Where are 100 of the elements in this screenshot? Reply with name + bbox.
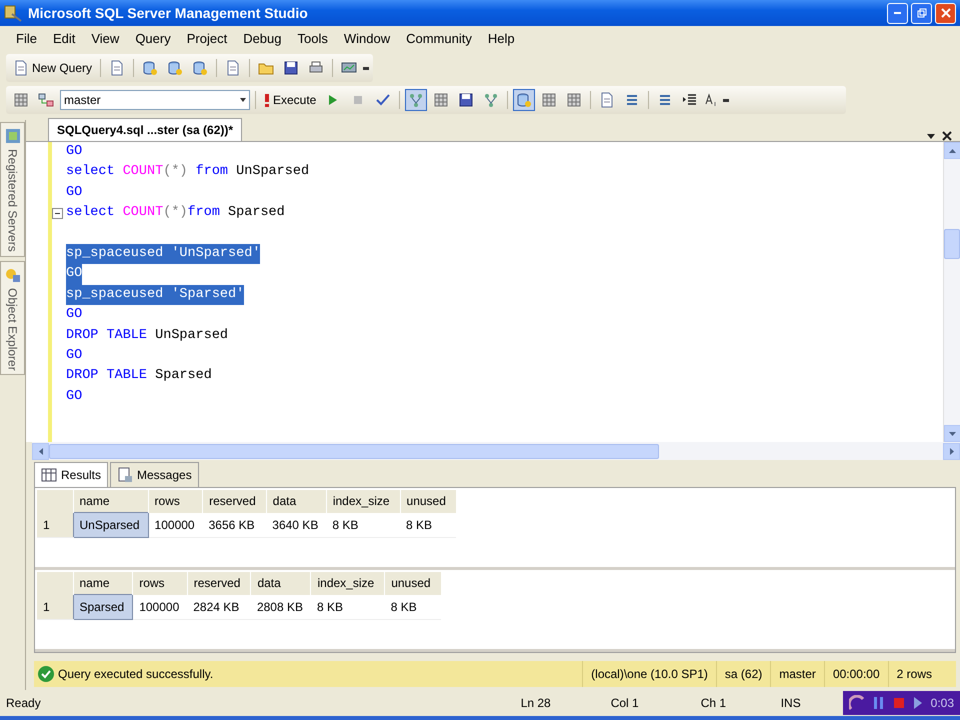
restore-icon — [916, 8, 926, 18]
document-icon — [225, 60, 242, 76]
close-icon — [942, 131, 952, 141]
status-field: (local)\one (10.0 SP1) — [582, 661, 716, 687]
vertical-scrollbar[interactable] — [943, 142, 960, 442]
close-button[interactable] — [935, 2, 956, 24]
menu-item[interactable]: View — [83, 26, 128, 52]
selected-cell[interactable]: Sparsed — [73, 594, 133, 620]
table-cell: 8 KB — [310, 594, 385, 620]
check-icon — [375, 92, 392, 108]
scroll-up-icon — [948, 148, 957, 154]
menu-item[interactable]: Debug — [235, 26, 290, 52]
column-header[interactable]: index_size — [310, 572, 385, 594]
new-query-button[interactable]: New Query — [10, 57, 96, 79]
grid-icon — [566, 92, 582, 108]
overflow-icon — [363, 66, 370, 70]
corner-cell — [37, 572, 73, 594]
code-line: select COUNT(*) from UnSparsed — [66, 163, 310, 182]
table-cell: 8 KB — [384, 594, 442, 620]
table-cell: 3640 KB — [266, 512, 326, 538]
database-icon — [142, 60, 158, 76]
column-header[interactable]: reserved — [202, 490, 266, 512]
table-cell: 8 KB — [400, 512, 456, 538]
code-line: GO — [66, 306, 82, 324]
menu-item[interactable]: Query — [127, 26, 179, 52]
document-icon — [13, 60, 29, 76]
status-text: Ready — [5, 695, 41, 712]
selected-cell[interactable]: UnSparsed — [73, 512, 148, 538]
grid-icon — [433, 92, 450, 108]
close-icon — [940, 8, 950, 18]
grid-icon — [13, 92, 29, 108]
menu-item[interactable]: Window — [336, 26, 398, 52]
collapse-icon[interactable] — [52, 208, 63, 219]
table-cell: 100000 — [132, 594, 188, 620]
code-line: GO — [66, 143, 82, 161]
code-line: DROP TABLE Sparsed — [66, 367, 212, 386]
recorder-time: 0:03 — [930, 695, 954, 712]
minimize-icon — [894, 12, 901, 14]
server-icon — [4, 127, 22, 145]
save-icon — [283, 60, 300, 76]
code-line: GO — [66, 388, 82, 406]
status-message: Query executed successfully. — [58, 666, 214, 683]
column-header[interactable]: unused — [400, 490, 456, 512]
results-tab[interactable]: Messages — [110, 462, 199, 487]
column-header[interactable]: rows — [132, 572, 188, 594]
play-icon[interactable] — [912, 696, 923, 710]
menu-item[interactable]: Community — [398, 26, 480, 52]
table-cell: 8 KB — [326, 512, 400, 538]
scroll-thumb[interactable] — [944, 229, 960, 259]
tree-icon — [483, 92, 500, 108]
scroll-thumb[interactable] — [49, 444, 659, 458]
code-line: GO — [66, 346, 82, 365]
menu-item[interactable]: Help — [480, 26, 523, 52]
column-header[interactable]: name — [73, 490, 148, 512]
execute-button[interactable]: Execute — [261, 89, 320, 111]
row-number: 1 — [37, 594, 73, 620]
save-icon — [458, 92, 474, 108]
database-icon — [516, 92, 532, 108]
column-header[interactable]: data — [266, 490, 326, 512]
status-field: master — [770, 661, 824, 687]
restore-button[interactable] — [911, 2, 932, 24]
menu-item[interactable]: Project — [178, 26, 236, 52]
code-line: GO — [66, 184, 82, 202]
corner-cell — [37, 490, 73, 512]
dial-icon — [848, 695, 865, 711]
exclamation-icon — [264, 93, 270, 107]
status-field: 2 rows — [888, 661, 956, 687]
pause-icon[interactable] — [872, 696, 885, 710]
document-tab[interactable]: SQLQuery4.sql ...ster (sa (62))* — [48, 118, 242, 141]
minimize-button[interactable] — [887, 2, 908, 24]
database-dropdown[interactable]: master — [60, 90, 250, 110]
side-tab[interactable]: Object Explorer — [0, 260, 25, 376]
column-header[interactable]: name — [73, 572, 133, 594]
tree-icon — [408, 92, 424, 108]
status-text: Ch 1 — [700, 695, 728, 712]
document-icon — [599, 92, 616, 108]
table-cell: 100000 — [148, 512, 203, 538]
results-tab[interactable]: Results — [34, 462, 108, 487]
window-title: Microsoft SQL Server Management Studio — [28, 4, 309, 23]
column-header[interactable]: reserved — [187, 572, 251, 594]
grid-icon — [41, 467, 57, 483]
status-field: 00:00:00 — [824, 661, 888, 687]
row-number: 1 — [37, 512, 73, 538]
column-header[interactable]: data — [250, 572, 311, 594]
column-header[interactable]: index_size — [326, 490, 400, 512]
connect-icon — [38, 92, 54, 108]
menu-item[interactable]: Edit — [44, 26, 84, 52]
horizontal-scrollbar[interactable] — [32, 442, 960, 460]
code-line: select COUNT(*)from Sparsed — [66, 204, 285, 222]
column-header[interactable]: rows — [148, 490, 203, 512]
menu-item[interactable]: Tools — [290, 26, 336, 52]
status-text: Ln 28 — [520, 695, 552, 712]
menu-item[interactable]: File — [8, 26, 45, 52]
stop-icon[interactable] — [892, 697, 905, 709]
side-tab[interactable]: Registered Servers — [0, 122, 25, 257]
database-icon — [192, 60, 208, 76]
app-icon — [4, 4, 22, 22]
column-header[interactable]: unused — [384, 572, 442, 594]
success-icon — [37, 665, 55, 683]
database-icon — [167, 60, 184, 76]
